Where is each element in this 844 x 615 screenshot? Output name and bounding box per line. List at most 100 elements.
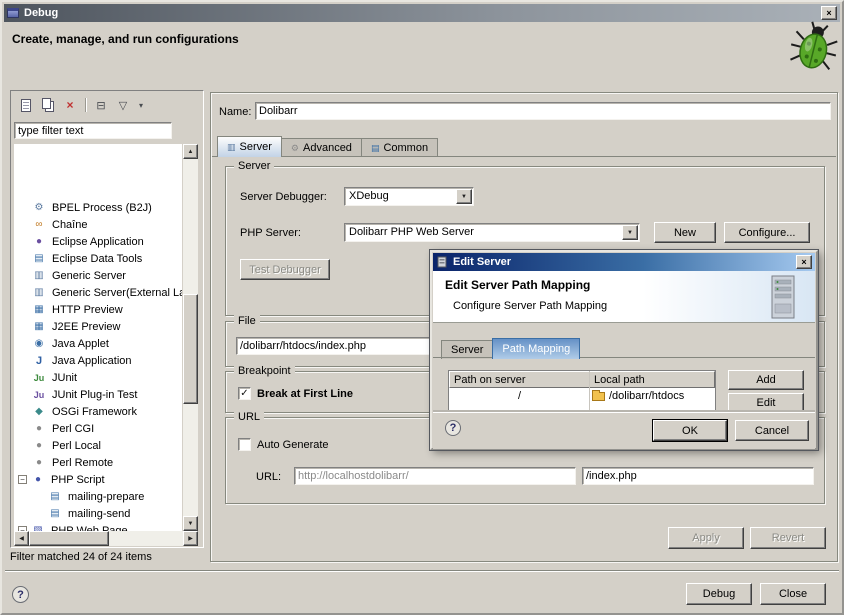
tree-horizontal-scrollbar[interactable]: ◀ ▶ xyxy=(14,531,198,546)
folder-icon xyxy=(592,392,605,401)
tree-item[interactable]: JJava Application xyxy=(14,352,183,369)
tree-item[interactable]: ◆OSGi Framework xyxy=(14,403,183,420)
tree-item[interactable]: ▦HTTP Preview xyxy=(14,301,183,318)
new-server-button[interactable]: New xyxy=(654,222,716,243)
table-cell-local-path[interactable]: /dolibarr/htdocs xyxy=(589,388,715,404)
tree-item[interactable]: ▤mailing-prepare xyxy=(14,488,183,505)
breakpoint-group-title: Breakpoint xyxy=(234,365,295,377)
advanced-tab-icon: ⚙ xyxy=(291,143,299,154)
eclipse-application-icon: ● xyxy=(32,236,46,247)
close-window-button[interactable]: × xyxy=(821,6,837,20)
add-mapping-button[interactable]: Add xyxy=(728,370,804,390)
apply-button: Apply xyxy=(668,527,744,549)
junit-icon: Ju xyxy=(32,373,46,383)
filter-input[interactable] xyxy=(14,122,172,139)
file-group-title: File xyxy=(234,315,260,327)
delete-configuration-button[interactable]: × xyxy=(61,96,79,114)
window-title: Debug xyxy=(24,7,58,19)
tree-item[interactable]: JuJUnit Plug-in Test xyxy=(14,386,183,403)
server-image xyxy=(765,274,799,323)
server-debugger-label: Server Debugger: xyxy=(240,191,327,203)
scroll-right-icon[interactable]: ▶ xyxy=(183,531,198,546)
collapse-all-icon: ⊟ xyxy=(96,99,105,112)
close-dialog-button[interactable]: × xyxy=(796,255,812,269)
collapse-toggle-icon[interactable]: − xyxy=(18,475,27,484)
dialog-header: Edit Server Path Mapping Configure Serve… xyxy=(433,271,815,323)
server-group-title: Server xyxy=(234,160,274,172)
tab-server[interactable]: ▥Server xyxy=(217,136,282,157)
new-configuration-button[interactable] xyxy=(17,96,35,114)
dialog-help-button[interactable]: ? xyxy=(445,420,461,436)
new-config-icon xyxy=(21,99,31,112)
table-cell-server-path[interactable]: / xyxy=(449,388,590,404)
tree-item[interactable]: ▥Generic Server xyxy=(14,267,183,284)
url-path-input[interactable] xyxy=(582,467,814,485)
tab-common[interactable]: ▤Common xyxy=(361,138,438,157)
dialog-tab-path-mapping[interactable]: Path Mapping xyxy=(492,338,580,359)
url-label: URL: xyxy=(256,471,281,483)
toolbar-separator xyxy=(85,98,86,112)
collapse-all-button[interactable]: ⊟ xyxy=(92,96,110,114)
filter-options-button[interactable]: ▽ xyxy=(114,96,132,114)
name-label: Name: xyxy=(219,106,251,118)
chevron-down-icon: ▾ xyxy=(139,101,143,110)
scrollbar-thumb[interactable] xyxy=(29,531,109,546)
chevron-down-icon[interactable]: ▼ xyxy=(456,189,472,204)
duplicate-configuration-button[interactable] xyxy=(39,96,57,114)
page-title: Create, manage, and run configurations xyxy=(12,32,239,46)
common-tab-icon: ▤ xyxy=(371,143,380,154)
cancel-button[interactable]: Cancel xyxy=(735,420,809,441)
tab-divider xyxy=(212,156,836,157)
edit-mapping-button[interactable]: Edit xyxy=(728,393,804,413)
scrollbar-thumb[interactable] xyxy=(183,294,198,404)
window-titlebar[interactable]: Debug × xyxy=(4,4,840,22)
name-input[interactable] xyxy=(255,102,831,120)
tree-item[interactable]: −▧PHP Web Page xyxy=(14,522,183,531)
configurations-panel: × ⊟ ▽ ▾ ⚙BPEL Process (B2J) ∞Chaîne ●Ecl… xyxy=(10,90,204,548)
auto-url-input xyxy=(294,467,576,485)
scroll-up-icon[interactable]: ▲ xyxy=(183,144,198,159)
generic-server-external-icon: ▥ xyxy=(32,287,46,298)
tab-advanced[interactable]: ⚙Advanced xyxy=(281,138,362,157)
dialog-titlebar[interactable]: Edit Server × xyxy=(433,253,815,271)
dialog-tab-divider xyxy=(433,357,815,358)
dialog-title: Edit Server xyxy=(453,256,511,268)
tree-item[interactable]: JuJUnit xyxy=(14,369,183,386)
close-icon: × xyxy=(826,8,831,18)
help-button[interactable]: ? xyxy=(12,586,29,603)
scroll-left-icon[interactable]: ◀ xyxy=(14,531,29,546)
tree-item[interactable]: ▤mailing-send xyxy=(14,505,183,522)
toolbar-menu-button[interactable]: ▾ xyxy=(136,96,146,114)
tree-item[interactable]: ●Perl CGI xyxy=(14,420,183,437)
url-group-title: URL xyxy=(234,411,264,423)
tree-item[interactable]: ●Perl Remote xyxy=(14,454,183,471)
tree-item[interactable]: ◉Java Applet xyxy=(14,335,183,352)
tree-item[interactable]: ▦J2EE Preview xyxy=(14,318,183,335)
tree-item[interactable]: ⚙BPEL Process (B2J) xyxy=(14,199,183,216)
filter-status: Filter matched 24 of 24 items xyxy=(10,551,152,563)
tree-item[interactable]: −●PHP Script xyxy=(14,471,183,488)
server-debugger-select[interactable]: XDebug ▼ xyxy=(344,187,474,206)
auto-generate-checkbox[interactable] xyxy=(238,438,251,451)
column-header-path-on-server[interactable]: Path on server xyxy=(449,371,590,388)
close-button[interactable]: Close xyxy=(760,583,826,605)
debug-button[interactable]: Debug xyxy=(686,583,752,605)
tree-item[interactable]: ●Eclipse Application xyxy=(14,233,183,250)
php-server-select[interactable]: Dolibarr PHP Web Server ▼ xyxy=(344,223,640,242)
break-first-line-checkbox[interactable]: ✓ xyxy=(238,387,251,400)
footer-divider xyxy=(5,570,839,572)
tree-item[interactable]: ▤Eclipse Data Tools xyxy=(14,250,183,267)
http-preview-icon: ▦ xyxy=(32,304,46,315)
column-header-local-path[interactable]: Local path xyxy=(589,371,715,388)
tree-item[interactable]: ▥Generic Server(External La xyxy=(14,284,183,301)
configure-server-button[interactable]: Configure... xyxy=(724,222,810,243)
ok-button[interactable]: OK xyxy=(653,420,727,441)
tree-item[interactable]: ∞Chaîne xyxy=(14,216,183,233)
test-debugger-button: Test Debugger xyxy=(240,259,330,280)
tree-item[interactable]: ●Perl Local xyxy=(14,437,183,454)
scroll-down-icon[interactable]: ▼ xyxy=(183,516,198,531)
tree-vertical-scrollbar[interactable]: ▲ ▼ xyxy=(183,144,198,531)
php-script-icon: ● xyxy=(31,474,45,485)
php-file-icon: ▤ xyxy=(48,508,62,519)
chevron-down-icon[interactable]: ▼ xyxy=(622,225,638,240)
